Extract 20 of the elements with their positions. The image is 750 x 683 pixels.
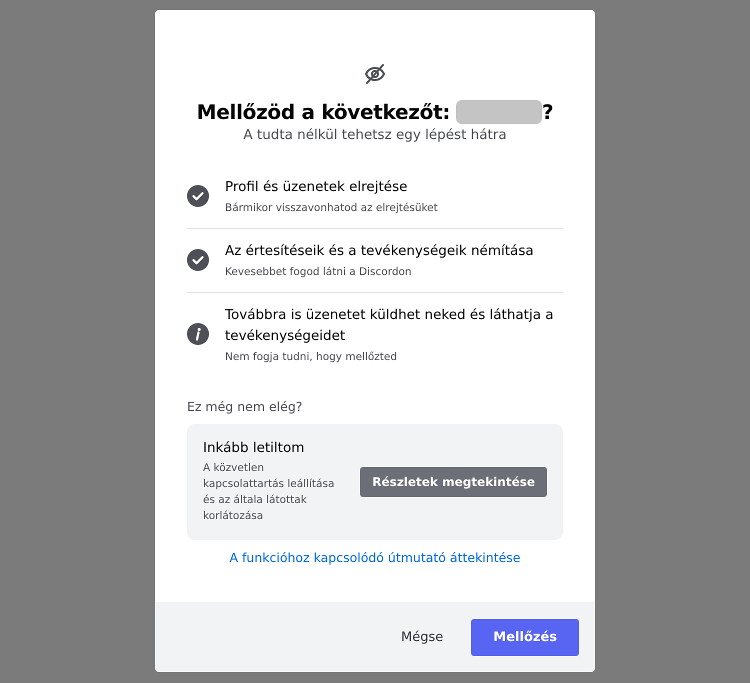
item-note: Kevesebbet fogod látni a Discordon: [225, 266, 413, 278]
guide-link[interactable]: A funkcióhoz kapcsolódó útmutató áttekintése: [229, 550, 520, 565]
item-title: Továbbra is üzenetet küldhet neked és láthatja a tevékenységeidet: [225, 306, 555, 346]
details-button[interactable]: Részletek megtekintése: [360, 467, 547, 497]
item-title: Profil és üzenetek elrejtése: [225, 178, 408, 197]
section-heading: Ez még nem elég?: [187, 399, 302, 414]
dialog-subtitle: A tudta nélkül tehetsz egy lépést hátra: [243, 127, 507, 143]
info-icon: [187, 323, 209, 345]
dialog-title: Mellőzöd a következőt:: [196, 100, 450, 124]
question-mark: ?: [542, 100, 554, 124]
checkmark-icon: [187, 184, 209, 206]
item-note: Nem fogja tudni, hogy mellőzted: [225, 351, 398, 363]
ignore-button[interactable]: Mellőzés: [471, 618, 579, 656]
card-title: Inkább letiltom: [203, 440, 306, 456]
item-title: Az értesítéseik és a tevékenységeik némítása: [225, 242, 534, 261]
card-text: A közvetlen kapcsolattartás leállítása és az általa látottak korlátozása: [203, 461, 336, 524]
item-note: Bármikor visszavonhatod az elrejtésüket: [225, 202, 438, 214]
eye-slash-icon: [363, 62, 387, 86]
checkmark-icon: [187, 248, 209, 270]
cancel-button[interactable]: Mégse: [389, 620, 456, 654]
